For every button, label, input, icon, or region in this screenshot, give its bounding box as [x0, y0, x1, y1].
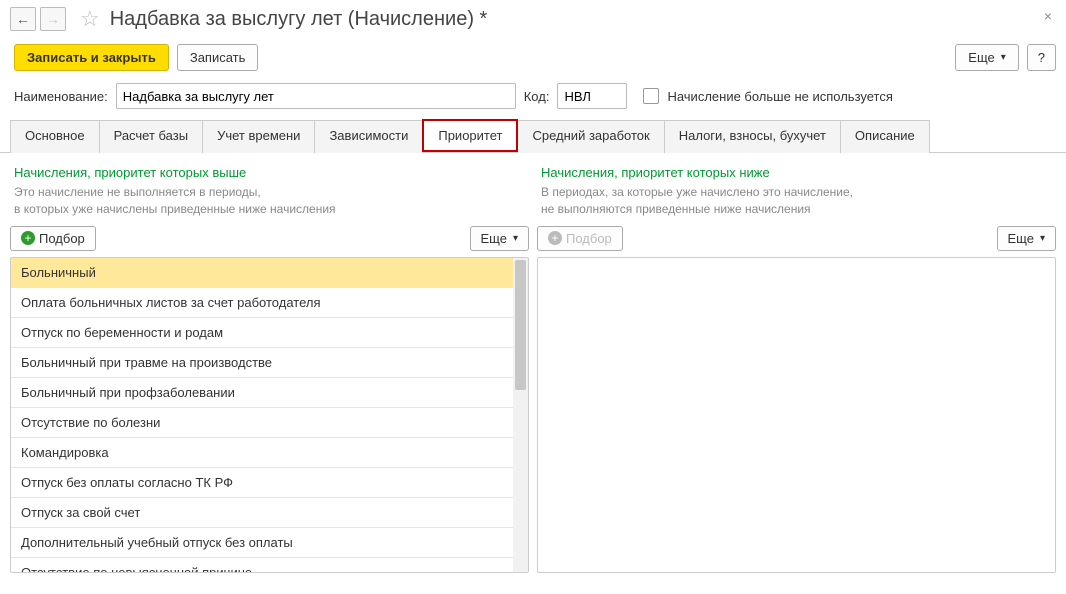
list-item[interactable]: Отпуск за свой счет: [11, 498, 513, 528]
scroll-thumb[interactable]: [515, 260, 526, 390]
nav-forward-button[interactable]: →: [40, 7, 66, 31]
list-item[interactable]: Больничный при травме на производстве: [11, 348, 513, 378]
tab-5[interactable]: Средний заработок: [517, 120, 664, 153]
save-button[interactable]: Записать: [177, 44, 259, 71]
more-label: Еще: [968, 50, 994, 65]
right-pick-button[interactable]: + Подбор: [537, 226, 623, 251]
right-panel-title: Начисления, приоритет которых ниже: [537, 163, 1056, 184]
left-panel-subtitle: Это начисление не выполняется в периоды,…: [10, 184, 529, 226]
right-pick-label: Подбор: [566, 231, 612, 246]
not-used-label: Начисление больше не используется: [667, 89, 892, 104]
tab-2[interactable]: Учет времени: [202, 120, 315, 153]
more-button[interactable]: Еще ▾: [955, 44, 1018, 71]
right-list[interactable]: [537, 257, 1056, 573]
chevron-down-icon: ▾: [513, 233, 518, 244]
code-input[interactable]: [557, 83, 627, 109]
tab-0[interactable]: Основное: [10, 120, 100, 153]
right-panel-subtitle: В периодах, за которые уже начислено это…: [537, 184, 1056, 226]
code-label: Код:: [524, 89, 550, 104]
page-title: Надбавка за выслугу лет (Начисление) *: [110, 8, 488, 31]
left-pick-label: Подбор: [39, 231, 85, 246]
name-input[interactable]: [116, 83, 516, 109]
left-scrollbar[interactable]: [513, 258, 528, 572]
nav-back-button[interactable]: ←: [10, 7, 36, 31]
list-item[interactable]: Отсутствие по невыясненной причине: [11, 558, 513, 572]
list-item[interactable]: Отсутствие по болезни: [11, 408, 513, 438]
list-item[interactable]: Больничный при профзаболевании: [11, 378, 513, 408]
left-pick-button[interactable]: + Подбор: [10, 226, 96, 251]
chevron-down-icon: ▾: [1040, 233, 1045, 244]
list-item[interactable]: Больничный: [11, 258, 513, 288]
list-item[interactable]: Отпуск без оплаты согласно ТК РФ: [11, 468, 513, 498]
tab-6[interactable]: Налоги, взносы, бухучет: [664, 120, 841, 153]
list-item[interactable]: Оплата больничных листов за счет работод…: [11, 288, 513, 318]
right-more-button[interactable]: Еще ▾: [997, 226, 1056, 251]
name-label: Наименование:: [14, 89, 108, 104]
favorite-star-icon[interactable]: ☆: [80, 6, 100, 32]
list-item[interactable]: Дополнительный учебный отпуск без оплаты: [11, 528, 513, 558]
left-more-button[interactable]: Еще ▾: [470, 226, 529, 251]
plus-icon: +: [21, 231, 35, 245]
list-item[interactable]: Отпуск по беременности и родам: [11, 318, 513, 348]
not-used-checkbox[interactable]: [643, 88, 659, 104]
help-button[interactable]: ?: [1027, 44, 1056, 71]
right-more-label: Еще: [1008, 231, 1034, 246]
left-panel-title: Начисления, приоритет которых выше: [10, 163, 529, 184]
list-item[interactable]: Командировка: [11, 438, 513, 468]
tab-1[interactable]: Расчет базы: [99, 120, 204, 153]
close-icon[interactable]: ×: [1044, 8, 1052, 24]
tab-7[interactable]: Описание: [840, 120, 930, 153]
plus-icon: +: [548, 231, 562, 245]
left-list[interactable]: БольничныйОплата больничных листов за сч…: [11, 258, 513, 572]
tab-3[interactable]: Зависимости: [314, 120, 423, 153]
save-close-button[interactable]: Записать и закрыть: [14, 44, 169, 71]
tab-4[interactable]: Приоритет: [422, 119, 518, 152]
left-more-label: Еще: [481, 231, 507, 246]
chevron-down-icon: ▾: [1001, 52, 1006, 63]
